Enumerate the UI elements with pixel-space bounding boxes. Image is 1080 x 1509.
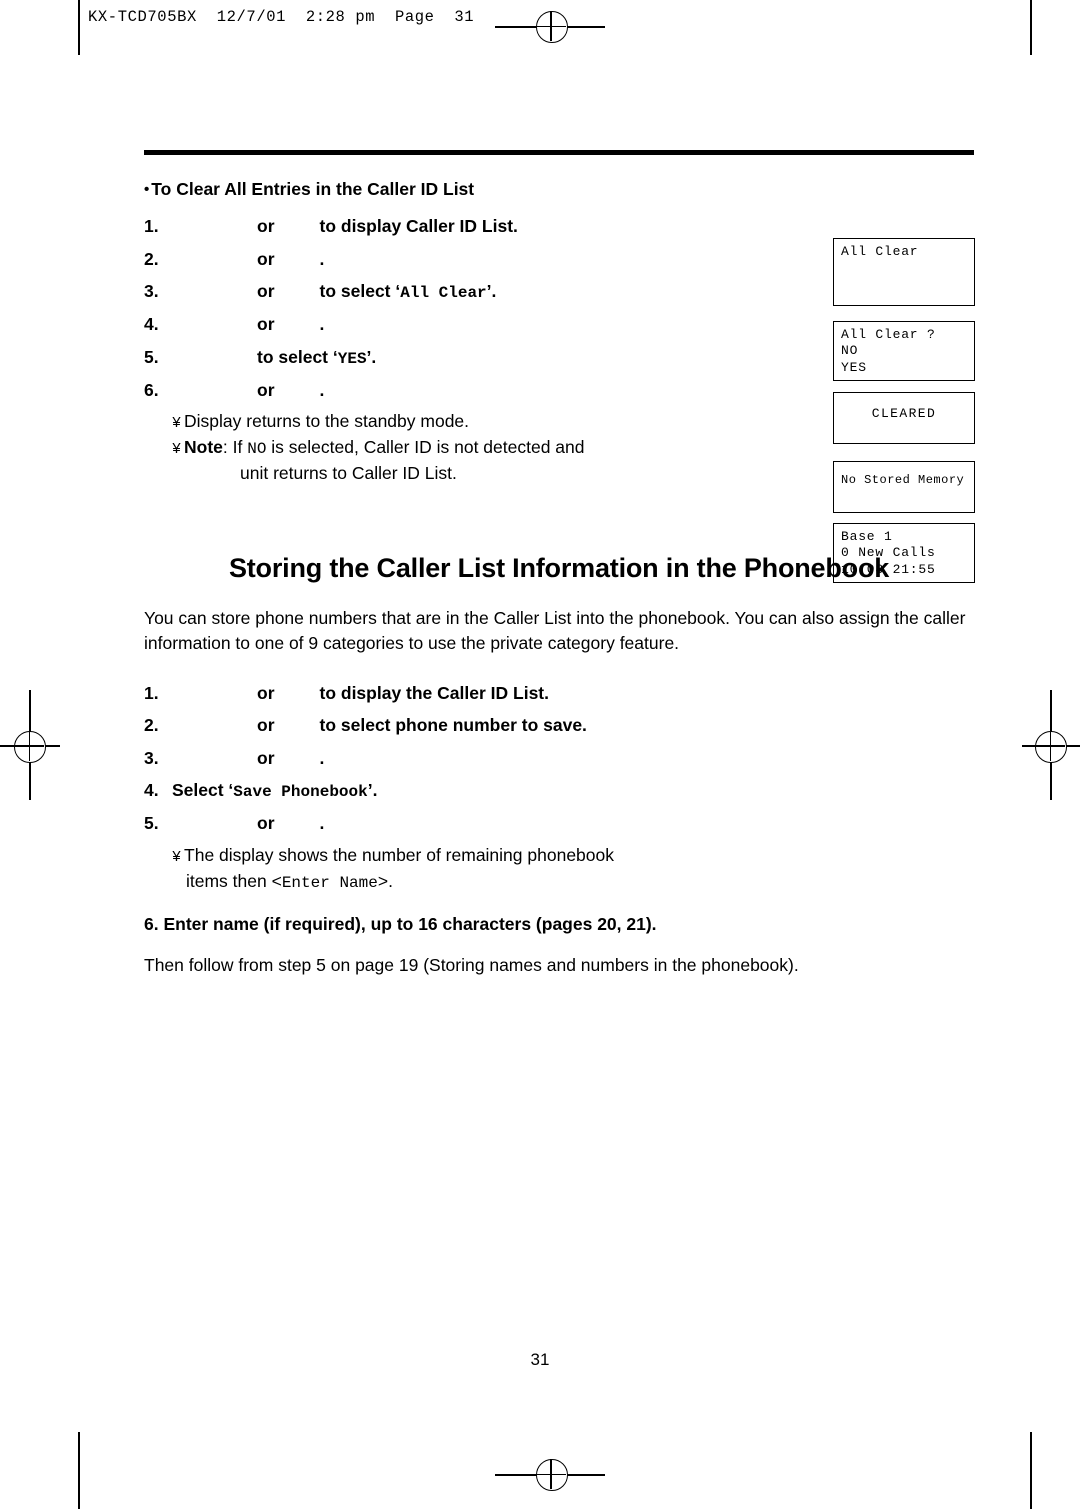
registration-mark-bottom <box>536 1459 568 1491</box>
note-standby-text: Display returns to the standby mode. <box>184 411 470 431</box>
print-header-text: KX-TCD705BX 12/7/01 2:28 pm Page 31 <box>88 8 475 26</box>
step-or: or <box>257 248 275 269</box>
crop-line-top-left-vertical <box>78 0 80 55</box>
step-or: or <box>257 813 275 834</box>
clear-all-entries-heading-text: To Clear All Entries in the Caller ID Li… <box>151 179 475 199</box>
step-number: 1. <box>144 216 159 236</box>
section2-intro: You can store phone numbers that are in … <box>144 608 966 654</box>
note-standby: ¥ Display returns to the standby mode. <box>172 410 974 434</box>
step-text-tail: ’. <box>367 780 378 801</box>
step-or: or <box>257 314 275 334</box>
note-remaining-items-text: The display shows the number of remainin… <box>184 844 614 865</box>
clear-all-entries-heading: • To Clear All Entries in the Caller ID L… <box>144 179 974 200</box>
note-warning-text-c: unit returns to Caller ID List. <box>240 462 457 483</box>
list-item: 3. or. <box>144 747 974 768</box>
note-warning-text-b: is selected, Caller ID is not detected a… <box>266 436 585 457</box>
note-warning: ¥ Note: If NO is selected, Caller ID is n… <box>172 436 974 460</box>
step-or: or <box>257 216 275 236</box>
step-6-enter-name: 6. Enter name (if required), up to 16 ch… <box>144 913 657 934</box>
step-number: 5. <box>144 813 159 834</box>
yen-bullet-icon: ¥ <box>172 848 182 866</box>
step-text-tail: ’. <box>486 281 497 301</box>
registration-mark-right <box>1035 731 1067 763</box>
step-number: 3. <box>144 281 159 301</box>
crop-line-bottom-left-vertical <box>78 1432 80 1509</box>
step-number: 5. <box>144 346 159 367</box>
list-item: 4. Select ‘Save Phonebook’. <box>144 780 974 802</box>
yen-bullet-icon: ¥ <box>172 440 182 458</box>
step-text: to select ‘ <box>257 346 338 367</box>
list-item: 2. or to select phone number to save. <box>144 717 974 735</box>
registration-mark-right-cross-v <box>1049 731 1051 761</box>
step-text: to display the Caller ID List. <box>319 682 550 703</box>
step-mono-value: YES <box>337 349 367 368</box>
crop-line-top-right-vertical <box>1030 0 1032 55</box>
list-item: 2. or. <box>144 248 974 269</box>
step-number: 3. <box>144 747 159 768</box>
step-or: or <box>257 747 275 768</box>
registration-mark-top <box>536 11 568 43</box>
step-text-tail: ’. <box>366 346 377 367</box>
list-item: 1. or to display the Caller ID List. <box>144 682 974 703</box>
list-item: 1. or to display Caller ID List. <box>144 216 974 236</box>
page-title: Storing the Caller List Information in t… <box>228 553 890 583</box>
note-warning-mono: NO <box>247 439 267 458</box>
step-number: 2. <box>144 248 159 269</box>
note-enter-name: items then <Enter Name>. <box>186 870 974 894</box>
note-enter-name-text-b: >. <box>377 870 393 891</box>
step-or: or <box>257 715 275 736</box>
step-mono-value: All Clear <box>400 284 487 302</box>
registration-mark-bottom-cross-v <box>550 1459 552 1489</box>
list-item: 5. to select ‘YES’. <box>144 346 974 368</box>
registration-mark-top-cross-v <box>550 11 552 41</box>
step-or: or <box>257 379 275 400</box>
list-item: 4. or. <box>144 314 974 334</box>
page-content: • To Clear All Entries in the Caller ID L… <box>144 150 974 978</box>
top-rule <box>144 150 974 155</box>
step-text: . <box>319 379 325 400</box>
note-enter-name-text-a: items then < <box>186 870 282 891</box>
list-item: 5. or. <box>144 815 974 833</box>
note-warning-text-a: : If <box>222 436 248 457</box>
step-or: or <box>257 682 275 703</box>
step-text: to select ‘ <box>319 281 401 301</box>
step-text: . <box>319 813 325 834</box>
list-item: 3. or to select ‘All Clear’. <box>144 281 974 302</box>
step-or: or <box>257 281 275 301</box>
registration-mark-left <box>14 731 46 763</box>
step-number: 1. <box>144 682 159 703</box>
step-text: . <box>319 314 325 334</box>
list-item: 6. or. <box>144 379 974 400</box>
step-text: Select ‘ <box>172 780 234 801</box>
bullet-dot-icon: • <box>144 181 150 198</box>
step-text: to display Caller ID List. <box>319 216 518 236</box>
registration-mark-left-cross-v <box>28 731 30 761</box>
step-mono-value: Save Phonebook <box>233 783 368 802</box>
step-text: to select phone number to save. <box>319 715 587 736</box>
note-label: Note <box>184 436 223 457</box>
step-number: 2. <box>144 715 159 736</box>
page-number: 31 <box>530 1350 550 1369</box>
step-number: 4. <box>144 314 159 334</box>
store-caller-steps: 1. or to display the Caller ID List. 2. or t… <box>144 682 974 833</box>
note-enter-name-mono: Enter Name <box>281 873 378 892</box>
step-text: . <box>319 747 325 768</box>
step-number: 6. <box>144 379 159 400</box>
clear-all-entries-steps: 1. or to display Caller ID List. 2. or. 3. o… <box>144 216 974 400</box>
yen-bullet-icon: ¥ <box>172 415 182 432</box>
note-remaining-items: ¥ The display shows the number of remaini… <box>172 844 974 868</box>
crop-line-bottom-right-vertical <box>1030 1432 1032 1509</box>
step-number: 4. <box>144 780 159 801</box>
note-warning-cont: unit returns to Caller ID List. <box>240 462 974 485</box>
step-text: . <box>319 248 325 269</box>
closing-text: Then follow from step 5 on page 19 (Stor… <box>144 954 799 975</box>
